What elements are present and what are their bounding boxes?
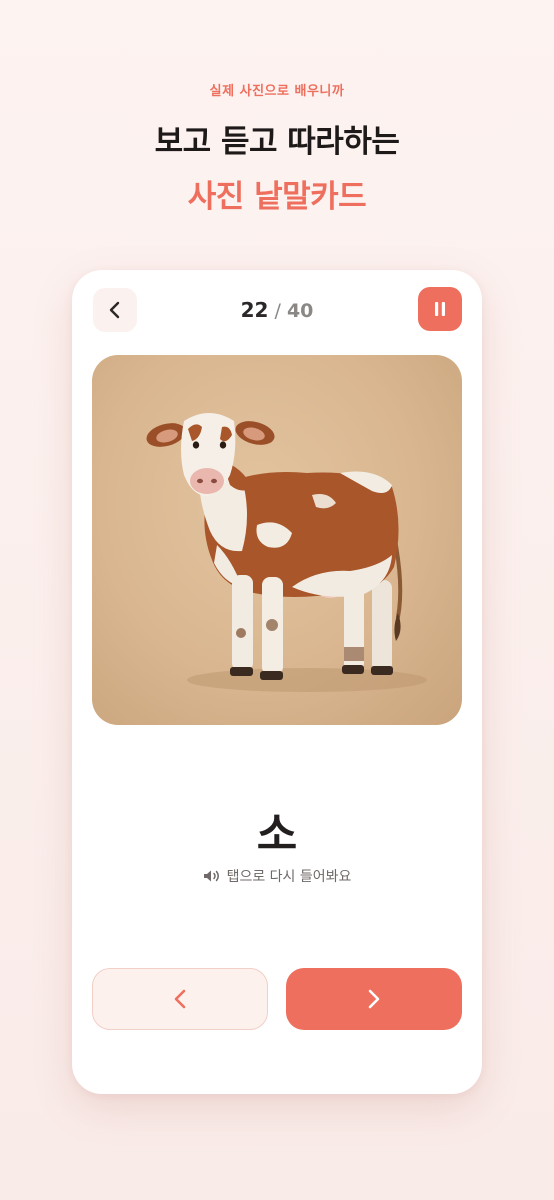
card-photo[interactable] — [92, 355, 462, 725]
pause-icon — [435, 302, 445, 316]
chevron-right-icon — [368, 989, 380, 1009]
next-card-button[interactable] — [286, 968, 462, 1030]
headline-accent: 사진 낱말카드 — [187, 179, 367, 215]
hint-label: 탭으로 다시 들어봐요 — [226, 869, 352, 885]
chevron-left-icon — [174, 989, 186, 1009]
headline: 보고 듣고 따라하는 — [154, 124, 400, 160]
progress-total: 40 — [286, 300, 314, 322]
progress-separator: / — [274, 300, 281, 322]
cow-illustration — [146, 413, 427, 692]
pause-button[interactable] — [418, 287, 462, 331]
progress-current: 22 — [240, 298, 269, 322]
replay-audio-hint[interactable]: 탭으로 다시 들어봐요 — [72, 866, 482, 886]
flashcard-panel: 22 / 40 소 탭으로 다시 들어봐요 — [72, 270, 482, 1094]
eyebrow-text: 실제 사진으로 배우니까 — [209, 84, 345, 99]
speaker-icon — [203, 870, 219, 882]
flashcard-word: 소 — [256, 809, 298, 860]
previous-card-button[interactable] — [92, 968, 268, 1030]
